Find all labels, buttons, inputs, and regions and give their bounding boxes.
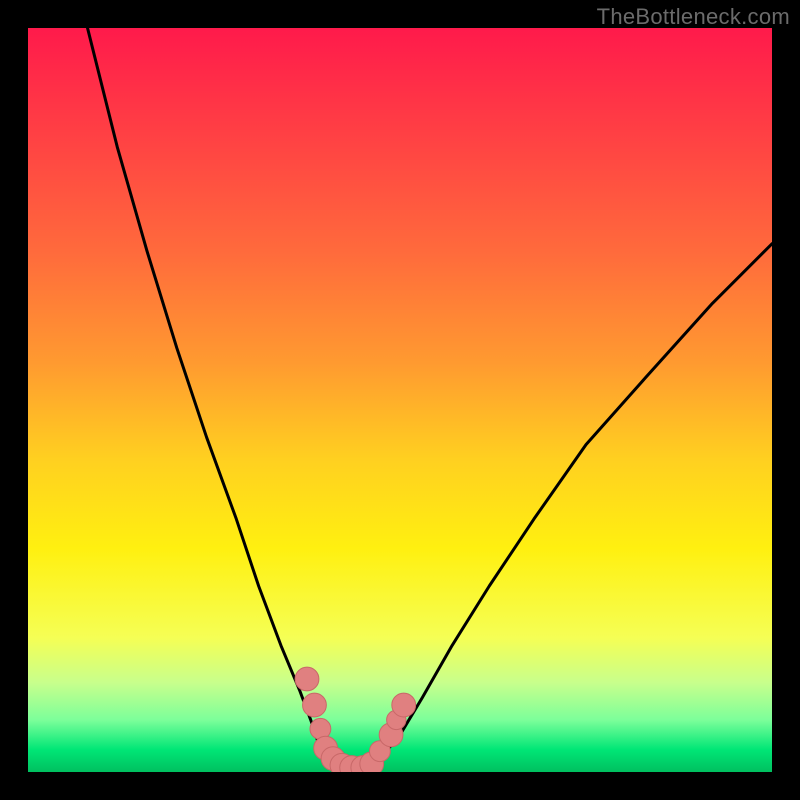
curve-group	[88, 28, 772, 769]
chart-frame: TheBottleneck.com	[0, 0, 800, 800]
marker-group	[295, 667, 416, 772]
chart-svg	[28, 28, 772, 772]
data-marker	[392, 693, 416, 717]
plot-area	[28, 28, 772, 772]
series-right-curve	[370, 244, 772, 766]
series-left-curve	[88, 28, 341, 766]
data-marker	[295, 667, 319, 691]
data-marker	[303, 693, 327, 717]
watermark-text: TheBottleneck.com	[597, 4, 790, 30]
